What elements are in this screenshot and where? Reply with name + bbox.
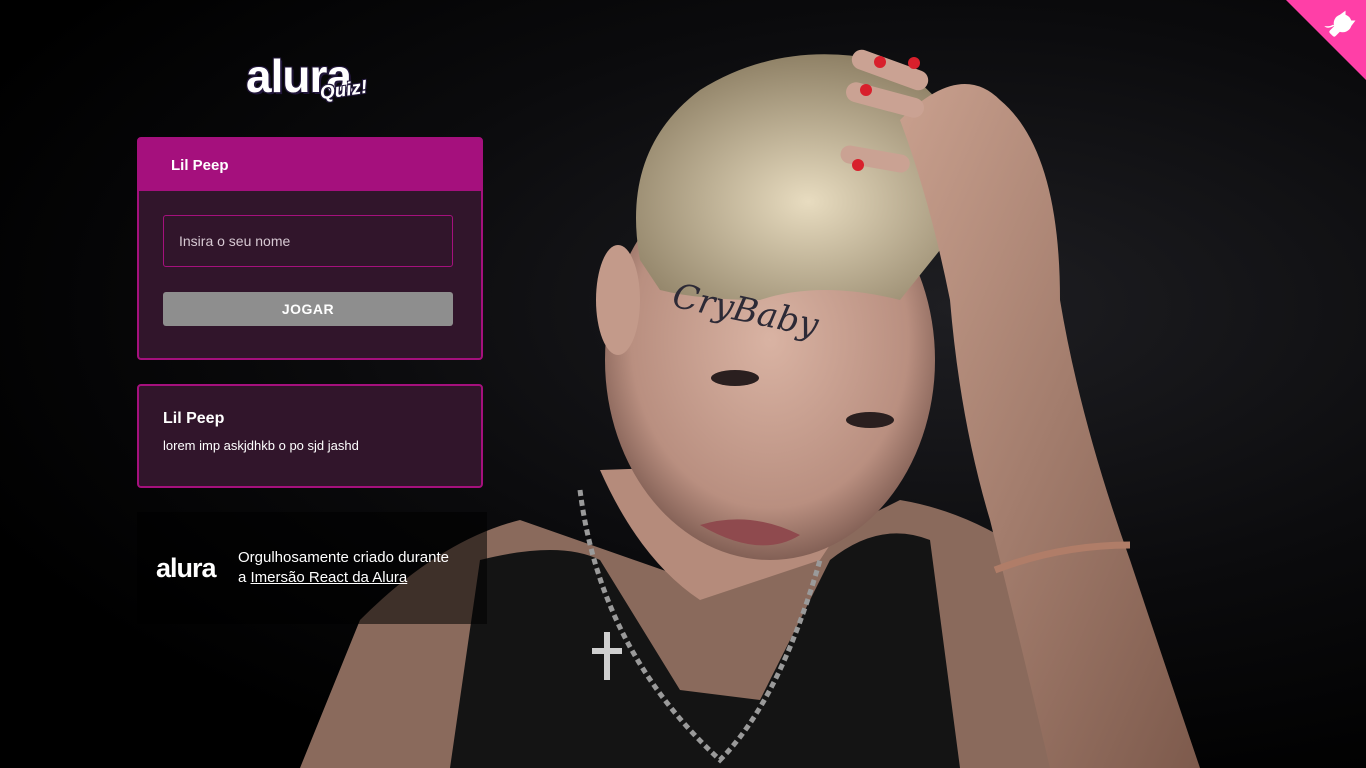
footer-text-line2: a Imersão React da Alura (238, 568, 449, 588)
footer-text-line1: Orgulhosamente criado durante (238, 549, 449, 566)
footer-alura-logo[interactable]: alura (156, 553, 222, 584)
info-title: Lil Peep (163, 410, 225, 427)
name-input[interactable] (163, 215, 453, 267)
quiz-page: CryBaby alura Quiz! Lil Peep JOGAR Lil P… (0, 0, 1366, 768)
quiz-start-widget: Lil Peep JOGAR (137, 137, 483, 360)
quiz-title: Lil Peep (171, 156, 229, 174)
alura-quiz-logo: alura Quiz! (246, 50, 386, 114)
info-text: lorem imp askjdhkb o po sjd jashd (163, 438, 359, 453)
footer-text-prefix: a (238, 569, 251, 586)
imersao-react-link[interactable]: Imersão React da Alura (251, 569, 408, 586)
quiz-start-header: Lil Peep (139, 139, 481, 191)
quiz-info-widget: Lil Peep lorem imp askjdhkb o po sjd jas… (137, 384, 483, 488)
play-button[interactable]: JOGAR (163, 292, 453, 326)
github-corner-link[interactable] (1286, 0, 1366, 80)
footer-text: Orgulhosamente criado durante a Imersão … (238, 548, 449, 588)
footer: alura Orgulhosamente criado durante a Im… (137, 512, 487, 624)
